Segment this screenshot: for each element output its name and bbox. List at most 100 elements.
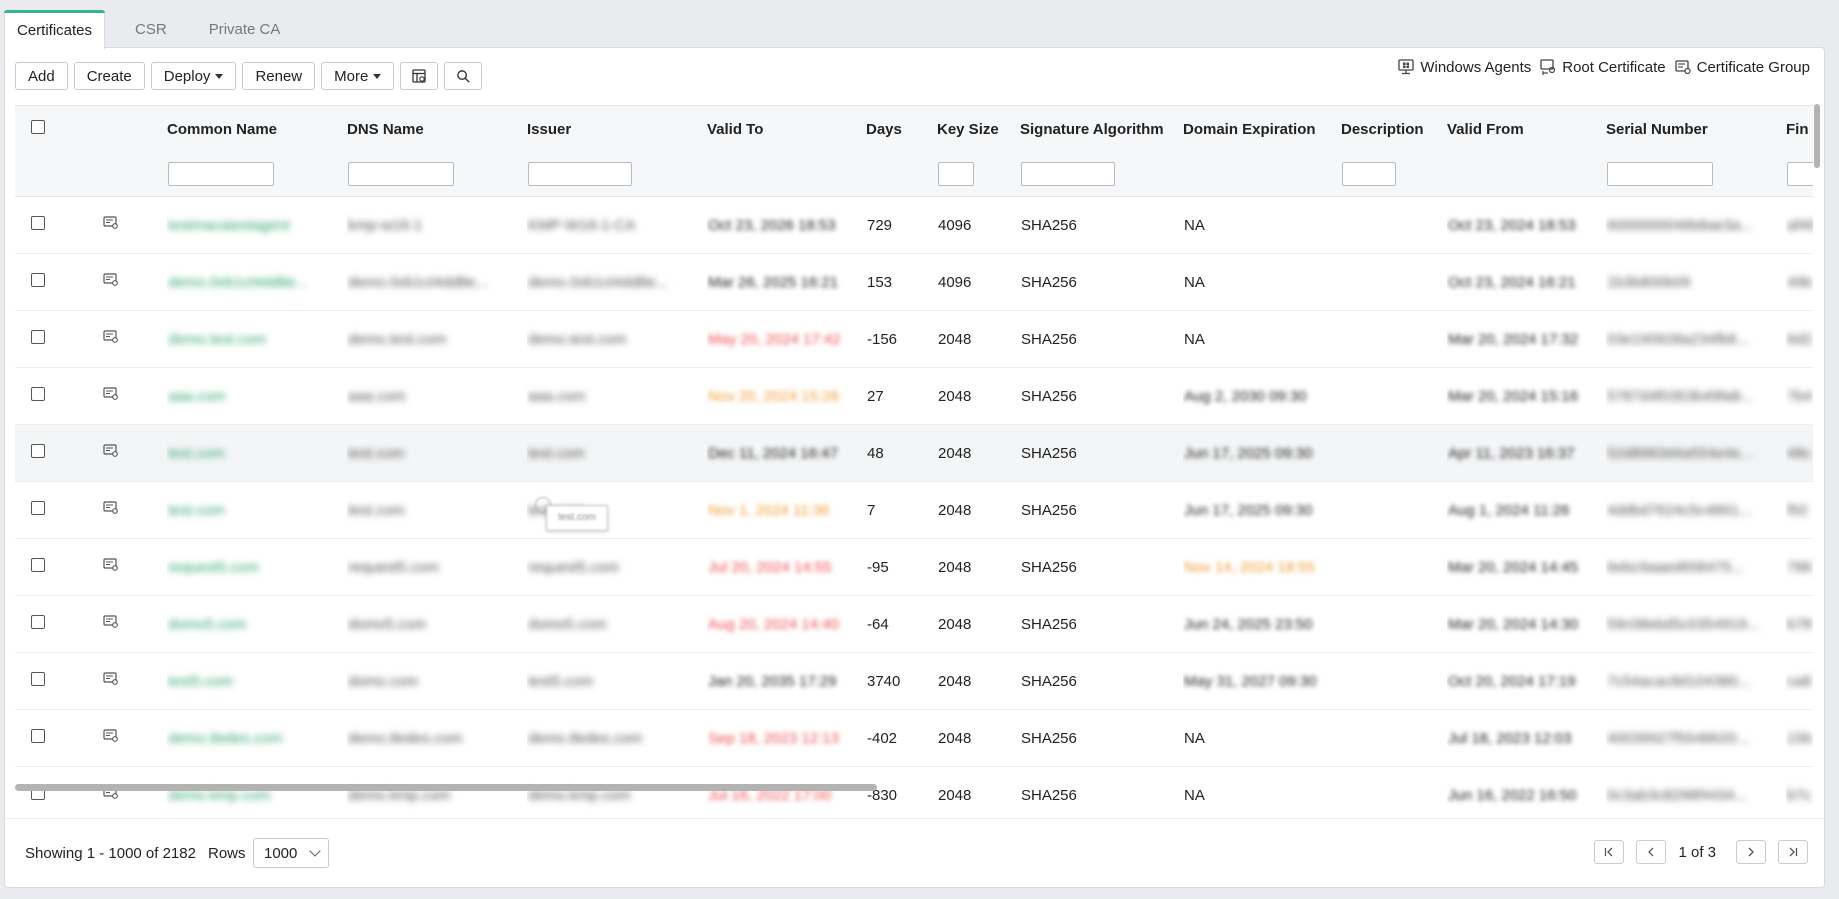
- rows-per-page-select[interactable]: 1000: [253, 838, 329, 868]
- issuer-text: test.com: [528, 444, 585, 462]
- table-row[interactable]: request5.com request5.com request5.com Jul …: [15, 538, 1813, 596]
- root-certificate-link[interactable]: Root Certificate: [1539, 58, 1666, 76]
- row-checkbox[interactable]: [31, 501, 45, 515]
- select-all-checkbox[interactable]: [31, 120, 45, 134]
- tab-certificates[interactable]: Certificates: [4, 10, 106, 49]
- certificate-details-icon[interactable]: [103, 501, 119, 519]
- table-row[interactable]: aaa.com aaa.com aaa.com Nov 20, 2024 15:26 2…: [15, 367, 1813, 425]
- table-row[interactable]: test5.com domo.com test5.com Jan 20, 2035 1…: [15, 652, 1813, 710]
- col-common-name[interactable]: Common Name: [167, 105, 347, 152]
- col-domain-expiration[interactable]: Domain Expiration: [1183, 105, 1341, 152]
- row-select-cell: [15, 196, 63, 254]
- serial-number-cell: 1b3b800b09: [1606, 253, 1786, 311]
- common-name-cell[interactable]: test.com: [167, 481, 347, 539]
- certificate-details-icon[interactable]: [103, 216, 119, 234]
- add-button[interactable]: Add: [15, 62, 68, 90]
- certificate-details-icon[interactable]: [103, 672, 119, 690]
- description-filter-input[interactable]: [1342, 162, 1396, 186]
- vertical-scrollbar[interactable]: [1814, 104, 1820, 168]
- row-checkbox[interactable]: [31, 615, 45, 629]
- domain-expiration-text: NA: [1184, 330, 1205, 348]
- more-dropdown-button[interactable]: More: [321, 62, 395, 90]
- table-row[interactable]: demo.0xb1ct4dd8e... demo.0xb1ct4dd8e... de…: [15, 253, 1813, 311]
- tab-private-ca[interactable]: Private CA: [197, 10, 293, 47]
- fingerprint-text: 48c: [1787, 444, 1812, 462]
- common-name-filter-input[interactable]: [168, 162, 274, 186]
- fingerprint-cell: 786: [1786, 538, 1813, 596]
- certificate-details-icon[interactable]: [103, 273, 119, 291]
- row-checkbox[interactable]: [31, 558, 45, 572]
- next-page-button[interactable]: [1736, 840, 1766, 864]
- row-checkbox[interactable]: [31, 729, 45, 743]
- common-name-cell[interactable]: demo.test.com: [167, 310, 347, 368]
- valid-from-text: Aug 1, 2024 11:26: [1448, 501, 1570, 519]
- col-fingerprint[interactable]: Fin: [1786, 105, 1813, 152]
- col-key-size[interactable]: Key Size: [937, 105, 1020, 152]
- certificate-group-link[interactable]: Certificate Group: [1674, 58, 1810, 76]
- table-row[interactable]: test.com test.com test.com Dec 11, 2024 16:…: [15, 424, 1813, 482]
- windows-agents-link[interactable]: Windows Agents: [1397, 58, 1531, 76]
- row-checkbox[interactable]: [31, 444, 45, 458]
- col-days[interactable]: Days: [866, 105, 937, 152]
- search-button[interactable]: [444, 62, 483, 90]
- horizontal-scrollbar[interactable]: [15, 784, 877, 791]
- row-checkbox[interactable]: [31, 216, 45, 230]
- issuer-filter-input[interactable]: [528, 162, 632, 186]
- common-name-text: demo.tledes.com: [168, 729, 283, 747]
- common-name-cell[interactable]: test5.com: [167, 652, 347, 710]
- common-name-cell[interactable]: demo.tledes.com: [167, 709, 347, 767]
- table-row[interactable]: domo5.com domo5.com domo5.com Aug 20, 2024 …: [15, 595, 1813, 653]
- col-issuer[interactable]: Issuer: [527, 105, 707, 152]
- row-checkbox[interactable]: [31, 273, 45, 287]
- common-name-cell[interactable]: aaa.com: [167, 367, 347, 425]
- fingerprint-text: 7b4: [1787, 387, 1813, 405]
- common-name-cell[interactable]: domo5.com: [167, 595, 347, 653]
- certificate-details-icon[interactable]: [103, 330, 119, 348]
- filter-cell: [63, 152, 167, 197]
- tab-csr[interactable]: CSR: [123, 10, 179, 47]
- col-serial-number[interactable]: Serial Number: [1606, 105, 1786, 152]
- row-icon-cell: [63, 367, 167, 425]
- deploy-dropdown-button[interactable]: Deploy: [150, 62, 237, 90]
- table-row[interactable]: demo.tledes.com demo.tledes.com demo.tlede…: [15, 709, 1813, 767]
- certificate-details-icon[interactable]: [103, 387, 119, 405]
- common-name-cell[interactable]: test.com: [167, 424, 347, 482]
- serial-number-cell: 6000000046b8ae3a...: [1606, 196, 1786, 254]
- table-row[interactable]: demo.test.com demo.test.com demo.test.com M…: [15, 310, 1813, 368]
- signature-algorithm-filter-input[interactable]: [1021, 162, 1115, 186]
- certificate-details-icon[interactable]: [103, 444, 119, 462]
- previous-page-button[interactable]: [1636, 840, 1667, 864]
- common-name-cell[interactable]: request5.com: [167, 538, 347, 596]
- domain-expiration-cell: NA: [1183, 766, 1341, 815]
- row-checkbox[interactable]: [31, 330, 45, 344]
- domain-expiration-cell: Jun 24, 2025 23:50: [1183, 595, 1341, 653]
- col-signature-algorithm[interactable]: Signature Algorithm: [1020, 105, 1183, 152]
- search-icon: [457, 69, 470, 83]
- common-name-cell[interactable]: testmacaiestagent: [167, 196, 347, 254]
- filter-cell: [527, 152, 707, 197]
- col-description[interactable]: Description: [1341, 105, 1447, 152]
- serial-number-text: 40039927f5548620...: [1607, 729, 1749, 747]
- create-button[interactable]: Create: [73, 62, 145, 90]
- renew-button[interactable]: Renew: [242, 62, 316, 90]
- common-name-cell[interactable]: demo.0xb1ct4dd8e...: [167, 253, 347, 311]
- table-row[interactable]: testmacaiestagent kmp-w16-1 KMP-W16-1-CA Oc…: [15, 196, 1813, 254]
- key-size-filter-input[interactable]: [938, 162, 974, 186]
- certificate-details-icon[interactable]: [103, 558, 119, 576]
- last-page-button[interactable]: [1778, 840, 1808, 864]
- certificate-details-icon[interactable]: [103, 729, 119, 747]
- row-checkbox[interactable]: [31, 672, 45, 686]
- table-row[interactable]: test.com test.com test.com Nov 1, 2024 11:3…: [15, 481, 1813, 539]
- col-valid-from[interactable]: Valid From: [1447, 105, 1606, 152]
- column-chooser-button[interactable]: [400, 62, 439, 90]
- serial-number-filter-input[interactable]: [1607, 162, 1713, 186]
- fingerprint-filter-input[interactable]: [1787, 162, 1813, 186]
- row-checkbox[interactable]: [31, 387, 45, 401]
- col-dns-name[interactable]: DNS Name: [347, 105, 527, 152]
- dns-name-cell: request5.com: [347, 538, 527, 596]
- dns-name-cell: aaa.com: [347, 367, 527, 425]
- col-valid-to[interactable]: Valid To: [707, 105, 866, 152]
- certificate-details-icon[interactable]: [103, 615, 119, 633]
- dns-name-filter-input[interactable]: [348, 162, 454, 186]
- first-page-button[interactable]: [1594, 840, 1625, 864]
